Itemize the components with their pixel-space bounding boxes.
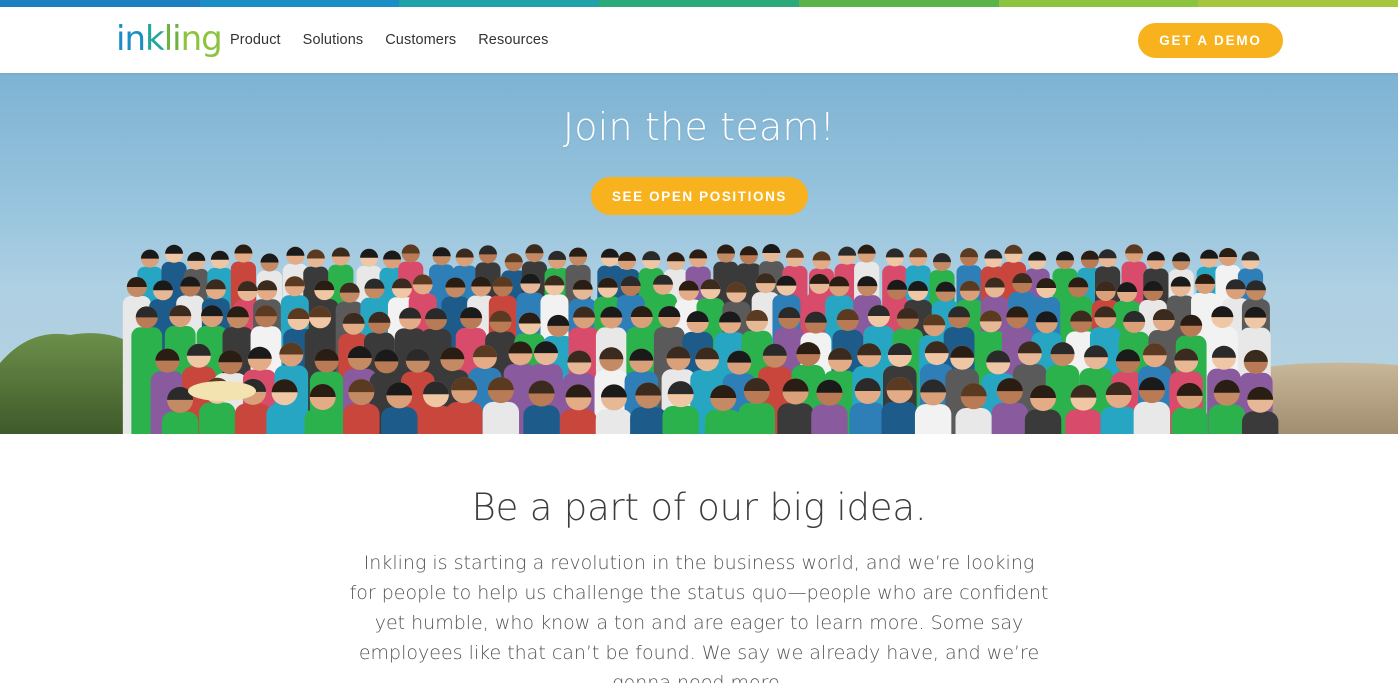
hero-banner: Join the team! SEE OPEN POSITIONS <box>0 73 1398 434</box>
hero-title: Join the team! <box>562 105 836 149</box>
nav-product[interactable]: Product <box>230 32 281 48</box>
intro-paragraph: Inkling is starting a revolution in the … <box>349 552 1049 683</box>
intro-section: Be a part of our big idea. Inkling is st… <box>0 434 1398 683</box>
nav-resources[interactable]: Resources <box>478 32 548 48</box>
top-color-stripe <box>0 0 1398 7</box>
site-header: inkling Product Solutions Customers Reso… <box>0 7 1398 73</box>
nav-solutions[interactable]: Solutions <box>303 32 364 48</box>
intro-heading: Be a part of our big idea. <box>471 486 927 529</box>
inkling-logo[interactable]: inkling <box>116 19 223 59</box>
nav-customers[interactable]: Customers <box>385 32 456 48</box>
main-nav: Product Solutions Customers Resources <box>230 7 570 73</box>
get-a-demo-button[interactable]: GET A DEMO <box>1138 23 1283 58</box>
see-open-positions-button[interactable]: SEE OPEN POSITIONS <box>591 177 808 215</box>
